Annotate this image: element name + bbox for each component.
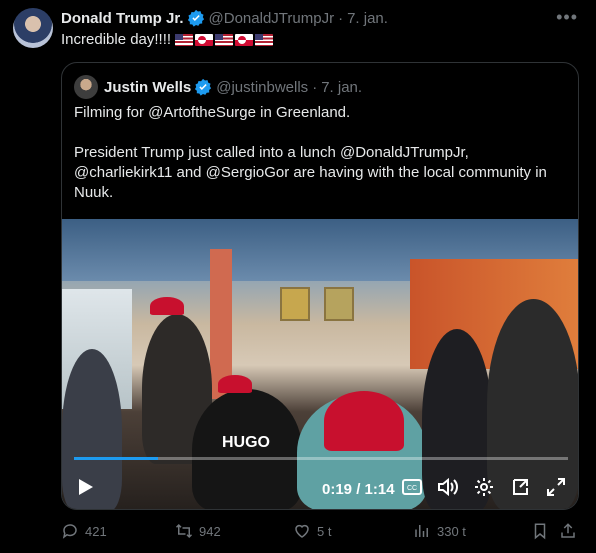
- quoted-paragraph-1: Filming for @ArtoftheSurge in Greenland.: [74, 104, 351, 121]
- greenland-flag-icon: [195, 33, 214, 46]
- bookmark-button[interactable]: [531, 522, 549, 540]
- quoted-post-text: Filming for @ArtoftheSurge in Greenland.…: [74, 103, 568, 223]
- like-count: 5 t: [317, 523, 332, 539]
- video-progress-fill: [74, 457, 158, 460]
- video-scene-cap: [218, 375, 252, 393]
- repost-count: 942: [199, 523, 221, 539]
- us-flag-icon: [255, 33, 274, 46]
- us-flag-icon: [215, 33, 234, 46]
- post: Donald Trump Jr. @DonaldJTrumpJr · 7. ja…: [0, 0, 596, 553]
- verified-badge-icon: [195, 78, 212, 96]
- post-header: Donald Trump Jr. @DonaldJTrumpJr · 7. ja…: [61, 9, 388, 27]
- quoted-author-handle[interactable]: @justinbwells: [216, 79, 308, 96]
- views-chart-icon: [415, 525, 428, 537]
- author-handle[interactable]: @DonaldJTrumpJr: [209, 10, 335, 27]
- share-button[interactable]: [559, 522, 577, 540]
- volume-icon[interactable]: [436, 475, 460, 499]
- repost-icon: [175, 523, 193, 539]
- quoted-author-name[interactable]: Justin Wells: [104, 79, 191, 96]
- video-scene-shirt-text: HUGO: [222, 434, 270, 451]
- reply-count: 421: [85, 523, 107, 539]
- tweet-body: Incredible day!!!!: [61, 31, 274, 48]
- reply-icon: [62, 524, 77, 539]
- post-date[interactable]: 7. jan.: [347, 10, 388, 27]
- us-flag-icon: [175, 33, 194, 46]
- video-controls: 0:19 / 1:14 CC: [62, 469, 578, 509]
- captions-icon[interactable]: CC: [400, 475, 424, 499]
- video-player[interactable]: HUGO 0:19 / 1:14 CC: [62, 219, 578, 509]
- quoted-post[interactable]: Justin Wells @justinbwells · 7. jan. Fil…: [61, 62, 579, 510]
- greenland-flag-icon: [235, 33, 254, 46]
- like-button[interactable]: 5 t: [293, 522, 331, 540]
- separator-dot: ·: [338, 9, 344, 27]
- play-icon[interactable]: [74, 475, 98, 499]
- video-time: 0:19 / 1:14: [322, 481, 395, 498]
- quoted-post-header: Justin Wells @justinbwells · 7. jan.: [74, 75, 362, 99]
- video-scene-cap: [324, 391, 404, 451]
- quoted-post-date[interactable]: 7. jan.: [321, 79, 362, 96]
- bookmark-icon: [534, 523, 546, 540]
- share-icon: [561, 523, 575, 538]
- quoted-paragraph-2: President Trump just called into a lunch…: [74, 144, 547, 201]
- quoted-author-avatar[interactable]: [74, 75, 98, 99]
- flag-emojis: [175, 33, 274, 46]
- post-actions: 421 942 5 t 330 t: [61, 520, 579, 544]
- more-options-icon[interactable]: •••: [556, 7, 578, 28]
- views-button[interactable]: 330 t: [413, 522, 466, 540]
- fullscreen-icon[interactable]: [544, 475, 568, 499]
- tweet-text: Incredible day!!!!: [61, 31, 172, 48]
- video-progress-bar[interactable]: [74, 457, 568, 460]
- repost-button[interactable]: 942: [175, 522, 221, 540]
- svg-text:CC: CC: [407, 485, 417, 492]
- picture-in-picture-icon[interactable]: [508, 475, 532, 499]
- video-scene-painting: [324, 287, 354, 321]
- author-avatar[interactable]: [13, 8, 53, 48]
- reply-button[interactable]: 421: [61, 522, 107, 540]
- video-scene-cap: [150, 297, 184, 315]
- settings-gear-icon[interactable]: [472, 475, 496, 499]
- view-count: 330 t: [437, 523, 466, 539]
- verified-badge-icon: [187, 9, 204, 27]
- separator-dot: ·: [312, 78, 318, 96]
- video-scene-painting: [280, 287, 310, 321]
- author-name[interactable]: Donald Trump Jr.: [61, 10, 184, 27]
- heart-icon: [295, 524, 309, 538]
